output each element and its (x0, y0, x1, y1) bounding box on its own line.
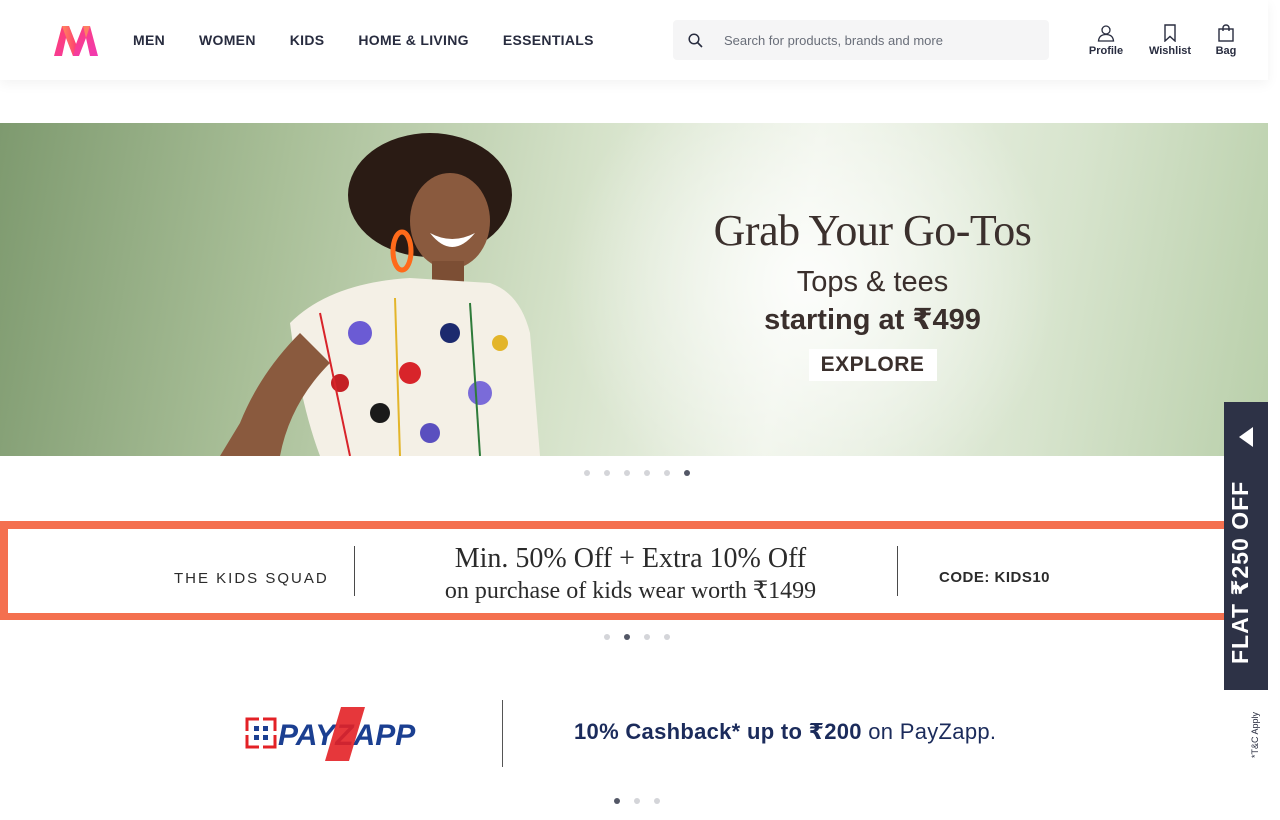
main-nav: MEN WOMEN KIDS HOME & LIVING ESSENTIALS (133, 0, 628, 80)
divider (897, 546, 898, 596)
carousel-dot[interactable] (584, 470, 590, 476)
hero-title: Grab Your Go-Tos (713, 206, 1032, 255)
carousel-dot[interactable] (604, 470, 610, 476)
explore-button[interactable]: EXPLORE (808, 349, 937, 381)
wishlist-label: Wishlist (1148, 45, 1192, 57)
kids-offer-line2: on purchase of kids wear worth ₹1499 (444, 578, 817, 604)
carousel-dot-active[interactable] (684, 470, 690, 476)
bag-label: Bag (1215, 45, 1237, 57)
carousel-dot[interactable] (644, 470, 650, 476)
header-actions: Profile Wishlist Bag (1080, 24, 1244, 57)
search-input[interactable] (716, 21, 1048, 59)
wishlist-button[interactable]: Wishlist (1142, 24, 1198, 57)
payzapp-logo[interactable]: PAYZAPP (245, 705, 425, 763)
bag-button[interactable]: Bag (1208, 24, 1244, 57)
carousel-dot-active[interactable] (614, 798, 620, 804)
carousel-dot[interactable] (664, 634, 670, 640)
kids-offer-banner[interactable]: THE KIDS SQUAD Min. 50% Off + Extra 10% … (0, 521, 1268, 620)
myntra-logo[interactable] (52, 24, 100, 58)
hero-price: starting at ₹499 (764, 304, 981, 336)
payzapp-carousel-dots (607, 798, 667, 804)
flat-off-coupon-tab[interactable]: FLAT ₹250 OFF (1224, 402, 1268, 690)
carousel-dot-active[interactable] (624, 634, 630, 640)
coupon-text: FLAT ₹250 OFF (1227, 480, 1253, 664)
profile-icon (1097, 25, 1115, 42)
kids-coupon-code: CODE: KIDS10 (939, 569, 1051, 586)
nav-women[interactable]: WOMEN (199, 32, 256, 48)
top-header: MEN WOMEN KIDS HOME & LIVING ESSENTIALS … (0, 0, 1268, 80)
carousel-dot[interactable] (654, 798, 660, 804)
profile-button[interactable]: Profile (1080, 24, 1132, 57)
carousel-dot[interactable] (624, 470, 630, 476)
arrow-left-icon (1239, 427, 1253, 447)
wishlist-icon (1164, 24, 1176, 42)
kids-offer-text: Min. 50% Off + Extra 10% Off on purchase… (368, 543, 893, 607)
carousel-dot[interactable] (664, 470, 670, 476)
kids-carousel-dots (597, 634, 677, 640)
nav-kids[interactable]: KIDS (290, 32, 325, 48)
carousel-dot[interactable] (634, 798, 640, 804)
kids-offer-line1: Min. 50% Off + Extra 10% Off (454, 543, 807, 574)
nav-essentials[interactable]: ESSENTIALS (503, 32, 594, 48)
hero-carousel-dots (577, 470, 697, 476)
search-icon[interactable] (674, 20, 716, 60)
payzapp-offer: 10% Cashback* up to ₹200 on PayZapp. (574, 719, 996, 745)
hero-model-image (220, 133, 540, 456)
divider (354, 546, 355, 596)
payzapp-offer-rest: on PayZapp. (861, 719, 997, 744)
divider (502, 700, 503, 767)
nav-men[interactable]: MEN (133, 32, 165, 48)
hero-subtitle: Tops & tees (796, 266, 949, 298)
payzapp-offer-bold: 10% Cashback* up to ₹200 (574, 719, 862, 744)
carousel-dot[interactable] (604, 634, 610, 640)
nav-home-living[interactable]: HOME & LIVING (358, 32, 468, 48)
profile-label: Profile (1088, 45, 1124, 57)
search-bar (673, 20, 1049, 60)
kids-banner-inner: THE KIDS SQUAD Min. 50% Off + Extra 10% … (8, 529, 1260, 613)
hero-copy: Grab Your Go-Tos Tops & tees starting at… (700, 205, 1045, 381)
bag-icon (1218, 24, 1234, 42)
tnc-label: *T&C Apply (1250, 711, 1260, 758)
kids-squad-label: THE KIDS SQUAD (174, 570, 329, 587)
hero-banner[interactable]: Grab Your Go-Tos Tops & tees starting at… (0, 123, 1268, 456)
carousel-dot[interactable] (644, 634, 650, 640)
